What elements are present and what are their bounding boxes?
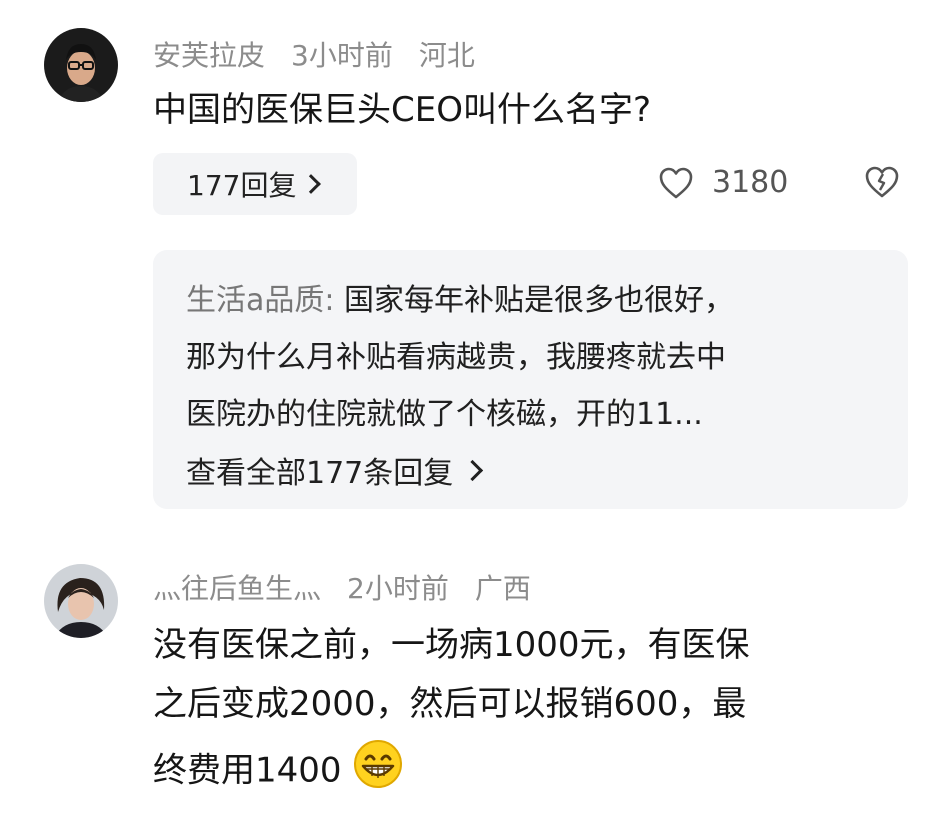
like-count: 3180 bbox=[712, 165, 789, 200]
comment-line: 之后变成2000，然后可以报销600，最 bbox=[153, 684, 747, 724]
timestamp: 3小时前 bbox=[291, 39, 393, 72]
reply-line: 那为什么月补贴看病越贵，我腰疼就去中 bbox=[186, 340, 726, 375]
reply-line: 医院办的住院就做了个核磁，开的11... bbox=[186, 397, 703, 432]
location: 河北 bbox=[418, 39, 475, 72]
chevron-right-icon bbox=[462, 459, 484, 481]
view-all-label: 查看全部177条回复 bbox=[186, 456, 454, 491]
username[interactable]: 灬往后鱼生灬 bbox=[153, 572, 321, 605]
avatar[interactable] bbox=[44, 28, 118, 102]
avatar[interactable] bbox=[44, 564, 118, 638]
reply-author[interactable]: 生活a品质: bbox=[186, 283, 335, 318]
dislike-button[interactable] bbox=[863, 165, 901, 203]
comment-line: 没有医保之前，一场病1000元，有医保 bbox=[153, 625, 750, 665]
like-button[interactable]: 3180 bbox=[658, 165, 788, 200]
location: 广西 bbox=[474, 572, 531, 605]
username[interactable]: 安芙拉皮 bbox=[153, 39, 265, 72]
comment-line: 终费用1400 bbox=[153, 738, 404, 806]
view-all-replies-link[interactable]: 查看全部177条回复 bbox=[186, 448, 484, 492]
grinning-face-emoji bbox=[352, 738, 404, 806]
heart-outline-icon bbox=[659, 167, 693, 198]
replies-button[interactable]: 177回复 bbox=[153, 153, 357, 215]
top-reply-card[interactable]: 生活a品质: 国家每年补贴是很多也很好， 那为什么月补贴看病越贵，我腰疼就去中 … bbox=[153, 250, 908, 509]
comment-text: 中国的医保巨头CEO叫什么名字? bbox=[153, 90, 652, 130]
timestamp: 2小时前 bbox=[347, 572, 449, 605]
broken-heart-icon bbox=[865, 166, 899, 198]
reply-line: 生活a品质: 国家每年补贴是很多也很好， bbox=[186, 272, 734, 329]
chevron-right-icon bbox=[301, 174, 322, 194]
replies-label: 177回复 bbox=[187, 169, 297, 202]
reply-text: 国家每年补贴是很多也很好， bbox=[334, 283, 735, 318]
comment-meta: 安芙拉皮 3小时前 河北 bbox=[153, 34, 501, 74]
comment-text: 终费用1400 bbox=[153, 750, 342, 791]
comment-meta: 灬往后鱼生灬 2小时前 广西 bbox=[153, 567, 557, 607]
